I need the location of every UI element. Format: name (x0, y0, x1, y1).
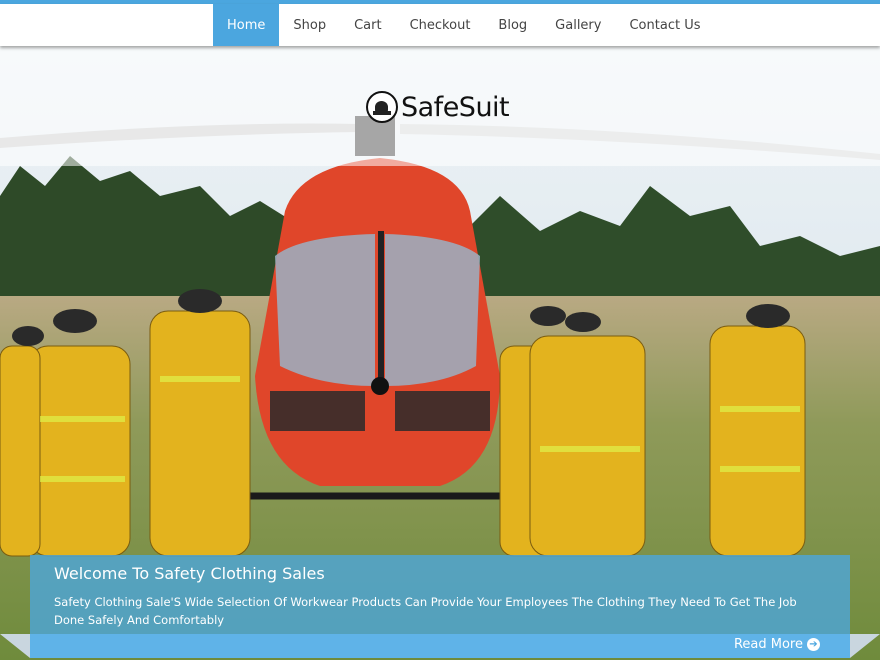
nav-item-gallery[interactable]: Gallery (541, 4, 615, 46)
slide-title: Welcome To Safety Clothing Sales (54, 564, 325, 583)
nav-item-shop[interactable]: Shop (279, 4, 340, 46)
arrow-right-circle-icon: ➔ (807, 638, 820, 651)
slide-description: Safety Clothing Sale'S Wide Selection Of… (54, 595, 797, 627)
helmet-icon (366, 91, 398, 123)
ribbon-fold-right (850, 634, 880, 658)
nav-item-cart[interactable]: Cart (340, 4, 396, 46)
site-logo[interactable]: SafeSuit (366, 90, 510, 124)
read-more-bar: Read More ➔ (30, 634, 850, 658)
ribbon-fold-left (0, 634, 30, 658)
nav-item-home[interactable]: Home (213, 4, 280, 46)
read-more-label: Read More (733, 637, 803, 652)
main-navigation: Home Shop Cart Checkout Blog Gallery Con… (0, 4, 880, 46)
nav-menu: Home Shop Cart Checkout Blog Gallery Con… (213, 4, 714, 46)
hero-slider: SafeSuit Welcome To Safety Clothing Sale… (0, 46, 880, 660)
nav-item-contact-us[interactable]: Contact Us (615, 4, 714, 46)
site-name: SafeSuit (401, 91, 510, 123)
nav-item-checkout[interactable]: Checkout (396, 4, 485, 46)
nav-item-blog[interactable]: Blog (484, 4, 541, 46)
read-more-link[interactable]: Read More ➔ (734, 637, 820, 652)
slide-caption: Welcome To Safety Clothing Sales Safety … (30, 555, 850, 634)
